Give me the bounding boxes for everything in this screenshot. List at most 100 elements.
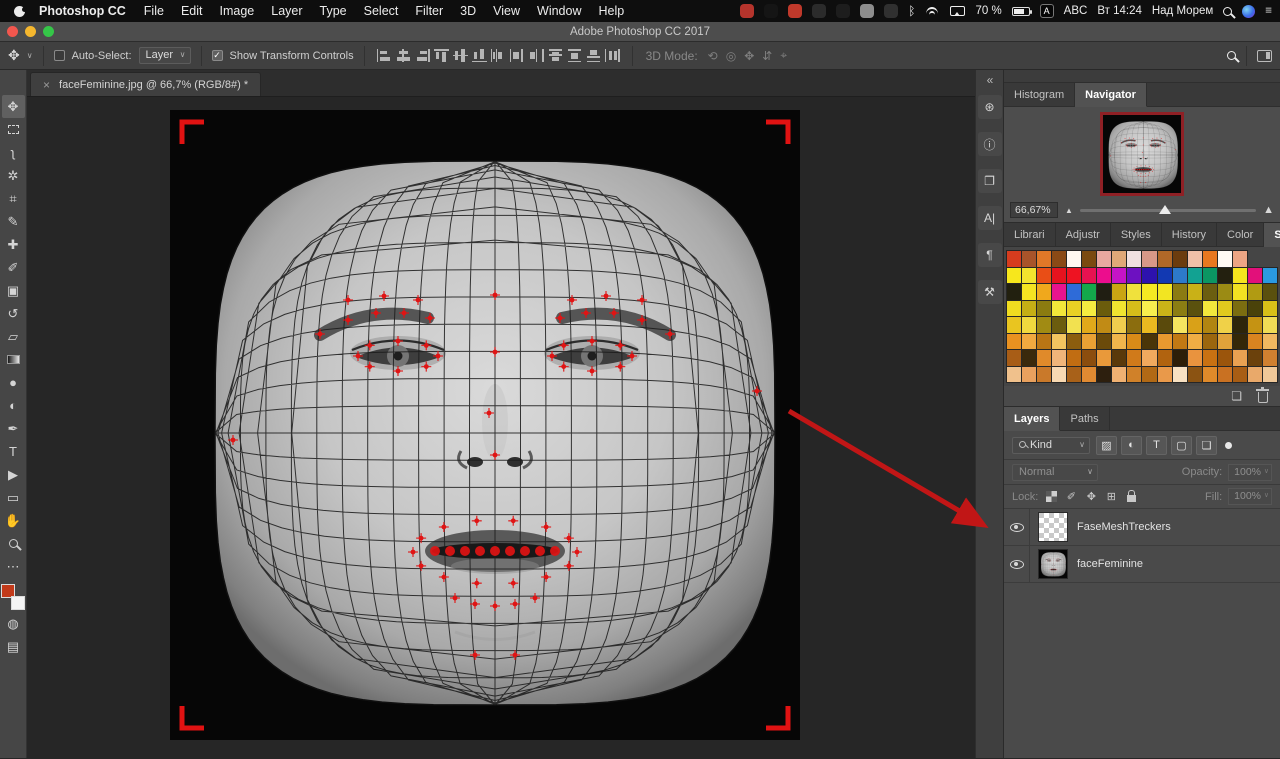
swatch-r6c1[interactable] <box>1007 334 1021 350</box>
swatch-r6c11[interactable] <box>1158 334 1172 350</box>
menu-item-help[interactable]: Help <box>599 4 625 18</box>
swatch-r5c5[interactable] <box>1067 317 1081 333</box>
swatch-r1c15[interactable] <box>1218 251 1232 267</box>
filter-type-layers-icon[interactable]: T <box>1146 436 1167 455</box>
spotlight-icon[interactable] <box>1223 7 1232 16</box>
swatch-r4c17[interactable] <box>1248 301 1262 317</box>
swatch-r5c10[interactable] <box>1142 317 1156 333</box>
swatch-r8c1[interactable] <box>1007 367 1021 383</box>
align-hcenter-icon[interactable] <box>396 49 411 62</box>
swatch-r4c18[interactable] <box>1263 301 1277 317</box>
swatch-r6c12[interactable] <box>1173 334 1187 350</box>
swatch-r8c16[interactable] <box>1233 367 1247 383</box>
swatch-r6c9[interactable] <box>1127 334 1141 350</box>
blend-mode-dropdown[interactable]: Normal <box>1012 464 1098 481</box>
slide-3d-icon[interactable]: ⇵ <box>762 49 772 63</box>
menu-item-filter[interactable]: Filter <box>415 4 443 18</box>
history-brush-tool[interactable]: ↺ <box>2 302 25 325</box>
swatch-r6c2[interactable] <box>1022 334 1036 350</box>
swatch-r6c14[interactable] <box>1203 334 1217 350</box>
zoom-slider-thumb[interactable] <box>1159 205 1171 214</box>
swatch-r3c9[interactable] <box>1127 284 1141 300</box>
swatch-r8c3[interactable] <box>1037 367 1051 383</box>
wifi-icon[interactable] <box>925 6 940 17</box>
swatch-r5c4[interactable] <box>1052 317 1066 333</box>
swatch-r4c13[interactable] <box>1188 301 1202 317</box>
swatch-r4c6[interactable] <box>1082 301 1096 317</box>
search-icon[interactable] <box>1227 51 1236 60</box>
background-color-chip[interactable] <box>11 596 25 610</box>
camera-3d-icon[interactable]: ⌖ <box>780 48 787 63</box>
crop-tool[interactable]: ⌗ <box>2 187 25 210</box>
menu-item-edit[interactable]: Edit <box>181 4 203 18</box>
tab-navigator[interactable]: Navigator <box>1075 83 1147 107</box>
auto-select-dropdown[interactable]: Layer <box>139 47 191 64</box>
align-left-icon[interactable] <box>377 49 392 62</box>
swatch-r4c2[interactable] <box>1022 301 1036 317</box>
swatch-r1c8[interactable] <box>1112 251 1126 267</box>
swatch-r8c11[interactable] <box>1158 367 1172 383</box>
move-tool[interactable]: ✥ <box>2 95 25 118</box>
call-app-icon[interactable] <box>740 4 754 18</box>
workspace-icon[interactable] <box>1257 50 1272 62</box>
rectangle-tool[interactable]: ▭ <box>2 486 25 509</box>
swatch-r3c11[interactable] <box>1158 284 1172 300</box>
swatch-r3c4[interactable] <box>1052 284 1066 300</box>
align-right-icon[interactable] <box>415 49 430 62</box>
layer-row-FaseMeshTreckers[interactable]: FaseMeshTreckers <box>1004 509 1280 546</box>
menu-item-view[interactable]: View <box>493 4 520 18</box>
path-selection-tool[interactable]: ▶ <box>2 463 25 486</box>
layer-filter-dropdown[interactable]: Kind <box>1012 437 1090 454</box>
swatch-r4c8[interactable] <box>1112 301 1126 317</box>
foreground-background-colors[interactable] <box>1 584 25 610</box>
swatch-r6c18[interactable] <box>1263 334 1277 350</box>
swatch-r4c16[interactable] <box>1233 301 1247 317</box>
swatch-r2c13[interactable] <box>1188 268 1202 284</box>
navigator-zoom-value[interactable]: 66,67% <box>1010 202 1058 218</box>
layer-visibility-toggle[interactable] <box>1004 509 1030 545</box>
swatch-r4c4[interactable] <box>1052 301 1066 317</box>
swatch-r5c2[interactable] <box>1022 317 1036 333</box>
swatch-r2c2[interactable] <box>1022 268 1036 284</box>
swatch-r3c12[interactable] <box>1173 284 1187 300</box>
swatch-r1c5[interactable] <box>1067 251 1081 267</box>
bars-app-icon[interactable] <box>884 4 898 18</box>
swatch-r7c8[interactable] <box>1112 350 1126 366</box>
swatch-r6c6[interactable] <box>1082 334 1096 350</box>
navigator-zoom-slider[interactable] <box>1080 209 1256 212</box>
tab-color[interactable]: Color <box>1217 223 1264 246</box>
swatch-r5c1[interactable] <box>1007 317 1021 333</box>
swatch-r7c12[interactable] <box>1173 350 1187 366</box>
swatch-r7c17[interactable] <box>1248 350 1262 366</box>
filter-smart-objects-icon[interactable]: ❏ <box>1196 436 1217 455</box>
dist-left-icon[interactable] <box>491 49 506 62</box>
menu-item-3d[interactable]: 3D <box>460 4 476 18</box>
swatch-r3c3[interactable] <box>1037 284 1051 300</box>
clone-source-panel-icon[interactable]: ❐ <box>978 169 1002 193</box>
pen-tool[interactable]: ✒ <box>2 417 25 440</box>
menu-item-type[interactable]: Type <box>320 4 347 18</box>
swatch-r2c8[interactable] <box>1112 268 1126 284</box>
tab-layers[interactable]: Layers <box>1004 407 1060 431</box>
swatch-r7c1[interactable] <box>1007 350 1021 366</box>
lasso-tool[interactable]: ʅ <box>2 141 25 164</box>
menu-item-select[interactable]: Select <box>364 4 399 18</box>
dist-vcenter-icon[interactable] <box>567 49 582 62</box>
swatch-r3c7[interactable] <box>1097 284 1111 300</box>
tool-presets-panel-icon[interactable]: ⚒ <box>978 280 1002 304</box>
swatch-r8c18[interactable] <box>1263 367 1277 383</box>
creative-cloud-icon[interactable] <box>836 4 850 18</box>
brush-tool[interactable]: ✐ <box>2 256 25 279</box>
swatch-r6c3[interactable] <box>1037 334 1051 350</box>
swatch-r3c18[interactable] <box>1263 284 1277 300</box>
swatch-r7c15[interactable] <box>1218 350 1232 366</box>
swatch-r2c3[interactable] <box>1037 268 1051 284</box>
orbit-3d-icon[interactable]: ⟲ <box>708 49 718 63</box>
swatch-r2c9[interactable] <box>1127 268 1141 284</box>
roll-3d-icon[interactable]: ◎ <box>726 49 736 63</box>
filter-pixel-layers-icon[interactable]: ▨ <box>1096 436 1117 455</box>
filter-toggle-icon[interactable] <box>1225 442 1232 449</box>
swatch-r4c10[interactable] <box>1142 301 1156 317</box>
swatch-r5c17[interactable] <box>1248 317 1262 333</box>
swatch-r3c17[interactable] <box>1248 284 1262 300</box>
